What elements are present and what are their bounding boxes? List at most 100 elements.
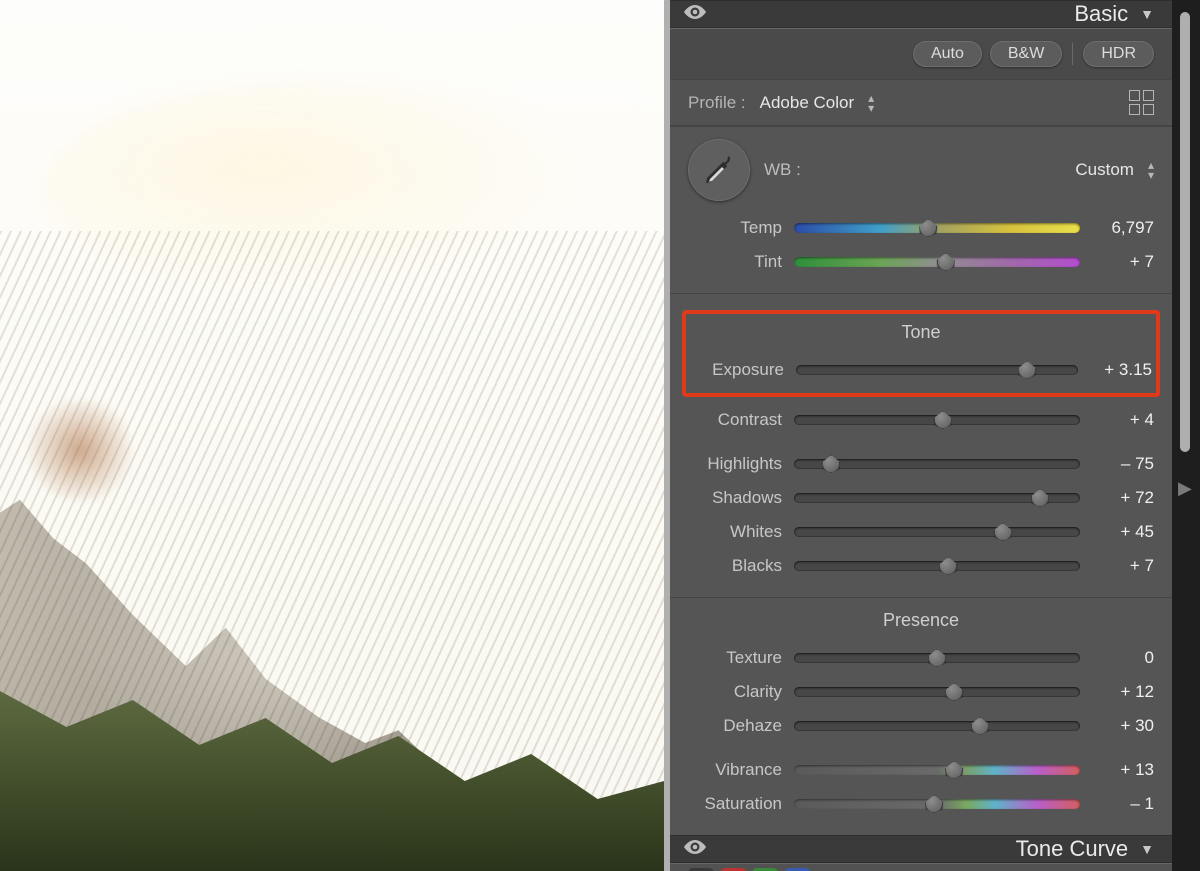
wb-value[interactable]: Custom (1075, 160, 1134, 180)
temp-slider[interactable] (794, 223, 1080, 233)
develop-panel: Basic ▼ Auto B&W HDR Profile : Adobe Col… (664, 0, 1200, 871)
preview-rust-patch (20, 400, 140, 500)
blacks-value[interactable]: + 7 (1092, 556, 1154, 576)
vibrance-label: Vibrance (688, 760, 782, 780)
highlights-label: Highlights (688, 454, 782, 474)
slider-knob[interactable] (925, 795, 943, 813)
dehaze-label: Dehaze (688, 716, 782, 736)
texture-label: Texture (688, 648, 782, 668)
temp-label: Temp (688, 218, 782, 238)
auto-button[interactable]: Auto (913, 41, 982, 67)
panel-scrollbar[interactable]: ▶ (1172, 0, 1200, 871)
slider-knob[interactable] (928, 649, 946, 667)
saturation-slider[interactable] (794, 799, 1080, 809)
slider-knob[interactable] (822, 455, 840, 473)
contrast-label: Contrast (688, 410, 782, 430)
slider-knob[interactable] (971, 717, 989, 735)
highlights-slider[interactable] (794, 459, 1080, 469)
shadows-slider[interactable] (794, 493, 1080, 503)
clarity-row: Clarity + 12 (688, 675, 1154, 709)
collapse-icon[interactable]: ▼ (1140, 841, 1154, 857)
dehaze-value[interactable]: + 30 (1092, 716, 1154, 736)
tint-row: Tint + 7 (688, 245, 1154, 279)
exposure-value[interactable]: + 3.15 (1090, 360, 1152, 380)
whites-slider[interactable] (794, 527, 1080, 537)
texture-slider[interactable] (794, 653, 1080, 663)
presence-section: Presence Texture 0 Clarity + 12 Dehaze (670, 597, 1172, 835)
contrast-row: Contrast + 4 (688, 403, 1154, 437)
exposure-slider[interactable] (796, 365, 1078, 375)
contrast-value[interactable]: + 4 (1092, 410, 1154, 430)
tint-slider[interactable] (794, 257, 1080, 267)
saturation-row: Saturation – 1 (688, 787, 1154, 821)
whites-value[interactable]: + 45 (1092, 522, 1154, 542)
profile-label: Profile : (688, 93, 746, 113)
profile-row: Profile : Adobe Color ▴▾ (670, 79, 1172, 126)
flyout-icon[interactable]: ▶ (1178, 478, 1192, 499)
basic-body: Auto B&W HDR Profile : Adobe Color ▴▾ (670, 28, 1172, 835)
saturation-value[interactable]: – 1 (1092, 794, 1154, 814)
slider-knob[interactable] (919, 219, 937, 237)
eye-icon[interactable] (684, 838, 706, 860)
tint-value[interactable]: + 7 (1092, 252, 1154, 272)
slider-knob[interactable] (994, 523, 1012, 541)
slider-knob[interactable] (939, 557, 957, 575)
tone-curve-title: Tone Curve (1016, 836, 1129, 862)
clarity-value[interactable]: + 12 (1092, 682, 1154, 702)
dehaze-slider[interactable] (794, 721, 1080, 731)
basic-header[interactable]: Basic ▼ (670, 0, 1172, 28)
channel-swatches (670, 864, 1172, 871)
panel-column: Basic ▼ Auto B&W HDR Profile : Adobe Col… (670, 0, 1172, 871)
updown-icon[interactable]: ▴▾ (868, 93, 874, 113)
image-preview[interactable] (0, 0, 664, 871)
shadows-value[interactable]: + 72 (1092, 488, 1154, 508)
vibrance-slider[interactable] (794, 765, 1080, 775)
tone-title: Tone (690, 322, 1152, 343)
updown-icon[interactable]: ▴▾ (1148, 160, 1154, 180)
mode-pill-row: Auto B&W HDR (670, 29, 1172, 79)
slider-knob[interactable] (934, 411, 952, 429)
blacks-row: Blacks + 7 (688, 549, 1154, 583)
collapse-icon[interactable]: ▼ (1140, 6, 1154, 22)
profile-value[interactable]: Adobe Color (760, 93, 855, 113)
shadows-label: Shadows (688, 488, 782, 508)
temp-value[interactable]: 6,797 (1092, 218, 1154, 238)
texture-value[interactable]: 0 (1092, 648, 1154, 668)
tone-curve-header[interactable]: Tone Curve ▼ (670, 835, 1172, 863)
clarity-slider[interactable] (794, 687, 1080, 697)
slider-knob[interactable] (945, 683, 963, 701)
wb-label: WB : (764, 160, 801, 180)
wb-section: WB : Custom ▴▾ Temp 6,797 Tint + 7 (670, 126, 1172, 293)
wb-header: WB : Custom ▴▾ (688, 139, 1154, 201)
texture-row: Texture 0 (688, 641, 1154, 675)
tone-section: Tone Exposure + 3.15 Contrast + 4 (670, 293, 1172, 597)
exposure-label: Exposure (690, 360, 784, 380)
whites-label: Whites (688, 522, 782, 542)
blacks-slider[interactable] (794, 561, 1080, 571)
slider-knob[interactable] (1018, 361, 1036, 379)
whites-row: Whites + 45 (688, 515, 1154, 549)
eyedropper-icon[interactable] (688, 139, 750, 201)
dehaze-row: Dehaze + 30 (688, 709, 1154, 743)
highlights-row: Highlights – 75 (688, 447, 1154, 481)
slider-knob[interactable] (945, 761, 963, 779)
pill-divider (1072, 43, 1073, 65)
basic-title: Basic (1074, 1, 1128, 27)
slider-knob[interactable] (937, 253, 955, 271)
profile-browser-icon[interactable] (1129, 90, 1154, 115)
tone-curve-body (670, 863, 1172, 871)
vibrance-row: Vibrance + 13 (688, 753, 1154, 787)
blacks-label: Blacks (688, 556, 782, 576)
eye-icon[interactable] (684, 3, 706, 25)
contrast-slider[interactable] (794, 415, 1080, 425)
app-root: Basic ▼ Auto B&W HDR Profile : Adobe Col… (0, 0, 1200, 871)
vibrance-value[interactable]: + 13 (1092, 760, 1154, 780)
hdr-button[interactable]: HDR (1083, 41, 1154, 67)
clarity-label: Clarity (688, 682, 782, 702)
highlights-value[interactable]: – 75 (1092, 454, 1154, 474)
bw-button[interactable]: B&W (990, 41, 1062, 67)
slider-knob[interactable] (1031, 489, 1049, 507)
annotation-highlight: Tone Exposure + 3.15 (682, 310, 1160, 397)
presence-title: Presence (688, 610, 1154, 631)
tint-label: Tint (688, 252, 782, 272)
